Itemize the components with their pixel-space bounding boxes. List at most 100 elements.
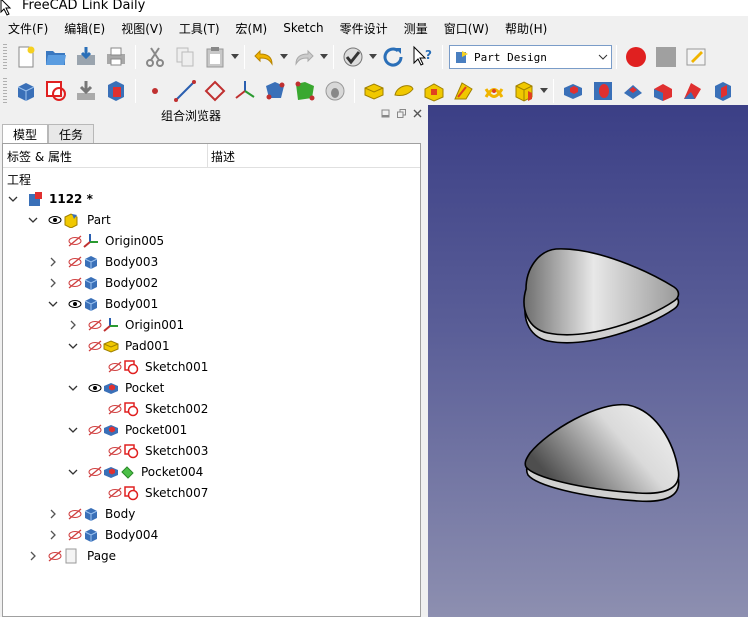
eye-hidden-icon[interactable] [87,464,103,480]
tree-item-body002[interactable]: Body002 [3,273,420,294]
datum-plane-button[interactable] [200,76,230,106]
additive-primitive-button[interactable] [509,76,539,106]
open-button[interactable] [41,42,71,72]
recompute-button[interactable] [378,42,408,72]
eye-hidden-icon[interactable] [87,338,103,354]
cut-button[interactable] [140,42,170,72]
subtractive-pipe-button[interactable] [678,76,708,106]
tree-item-pocket[interactable]: Pocket [3,378,420,399]
menu-edit[interactable]: 编辑(E) [56,20,113,37]
pocket-button[interactable] [558,76,588,106]
validate-sketch-button[interactable] [71,76,101,106]
subtractive-primitive-button[interactable] [708,76,738,106]
chevron-right-icon[interactable] [48,257,58,267]
chevron-down-icon[interactable] [8,194,18,204]
eye-hidden-icon[interactable] [67,506,83,522]
eye-hidden-icon[interactable] [107,485,123,501]
tree-item-origin005[interactable]: Origin005 [3,231,420,252]
menu-part-design[interactable]: 零件设计 [332,20,396,37]
pad-button[interactable] [359,76,389,106]
additive-helix-button[interactable] [479,76,509,106]
subtractive-loft-button[interactable] [648,76,678,106]
redo-button[interactable] [289,42,319,72]
tree-item-sketch001[interactable]: Sketch001 [3,357,420,378]
chevron-down-icon[interactable] [28,215,38,225]
tab-model[interactable]: 模型 [2,124,49,144]
tree-item-document[interactable]: 1122 * [3,189,420,210]
menu-measure[interactable]: 测量 [396,20,436,37]
copy-button[interactable] [170,42,200,72]
column-description[interactable]: 描述 [211,148,235,165]
create-body-button[interactable] [11,76,41,106]
panel-minimize-button[interactable] [380,108,390,118]
eye-hidden-icon[interactable] [107,401,123,417]
menu-sketch[interactable]: Sketch [275,21,331,35]
paste-dropdown[interactable] [230,54,240,60]
tree-item-pocket004[interactable]: Pocket004 [3,462,420,483]
check-dropdown[interactable] [368,54,378,60]
datum-line-button[interactable] [170,76,200,106]
eye-visible-icon[interactable] [67,296,83,312]
3d-view[interactable] [428,105,748,617]
groove-button[interactable] [618,76,648,106]
eye-hidden-icon[interactable] [87,317,103,333]
eye-hidden-icon[interactable] [107,359,123,375]
chevron-down-icon[interactable] [68,467,78,477]
panel-float-button[interactable] [396,108,406,118]
chevron-right-icon[interactable] [68,320,78,330]
new-document-button[interactable] [11,42,41,72]
chevron-down-icon[interactable] [68,425,78,435]
tree-item-pocket001[interactable]: Pocket001 [3,420,420,441]
tree-item-sketch007[interactable]: Sketch007 [3,483,420,504]
tab-tasks[interactable]: 任务 [48,124,95,144]
subshape-binder-button[interactable] [290,76,320,106]
toolbar-grip[interactable] [3,44,7,70]
toolbar-grip[interactable] [3,78,7,104]
eye-hidden-icon[interactable] [67,275,83,291]
eye-hidden-icon[interactable] [47,548,63,564]
eye-visible-icon[interactable] [87,380,103,396]
clone-button[interactable] [101,76,131,106]
additive-primitive-dropdown[interactable] [539,88,549,94]
redo-dropdown[interactable] [319,54,329,60]
macro-record-button[interactable] [621,42,651,72]
chevron-down-icon[interactable] [68,341,78,351]
paste-button[interactable] [200,42,230,72]
eye-hidden-icon[interactable] [87,422,103,438]
macro-edit-button[interactable] [681,42,711,72]
create-sketch-button[interactable] [41,76,71,106]
undo-button[interactable] [249,42,279,72]
refresh-button-check[interactable] [338,42,368,72]
shape-binder-button[interactable] [260,76,290,106]
chevron-right-icon[interactable] [48,530,58,540]
column-labels-properties[interactable]: 标签 & 属性 [7,148,72,165]
chevron-right-icon[interactable] [48,509,58,519]
tree-item-page[interactable]: Page [3,546,420,567]
macro-stop-button[interactable] [651,42,681,72]
menu-tools[interactable]: 工具(T) [171,20,228,37]
chevron-down-icon[interactable] [48,299,58,309]
clone-tool-button[interactable] [320,76,350,106]
menu-window[interactable]: 窗口(W) [436,20,497,37]
tree-item-sketch003[interactable]: Sketch003 [3,441,420,462]
hole-button[interactable] [588,76,618,106]
menu-help[interactable]: 帮助(H) [497,20,555,37]
tree-item-part[interactable]: Part [3,210,420,231]
solid-shape-lower[interactable] [524,403,680,503]
print-button[interactable] [101,42,131,72]
chevron-down-icon[interactable] [68,383,78,393]
additive-loft-button[interactable] [419,76,449,106]
local-coordinate-system-button[interactable] [230,76,260,106]
whats-this-button[interactable]: ? [408,42,438,72]
additive-pipe-button[interactable] [449,76,479,106]
eye-hidden-icon[interactable] [67,527,83,543]
tree-item-sketch002[interactable]: Sketch002 [3,399,420,420]
menu-file[interactable]: 文件(F) [0,20,56,37]
undo-dropdown[interactable] [279,54,289,60]
chevron-right-icon[interactable] [48,278,58,288]
eye-hidden-icon[interactable] [107,443,123,459]
menu-view[interactable]: 视图(V) [113,20,171,37]
revolution-button[interactable] [389,76,419,106]
workbench-selector[interactable]: Part Design [449,45,612,69]
tree-item-pad001[interactable]: Pad001 [3,336,420,357]
